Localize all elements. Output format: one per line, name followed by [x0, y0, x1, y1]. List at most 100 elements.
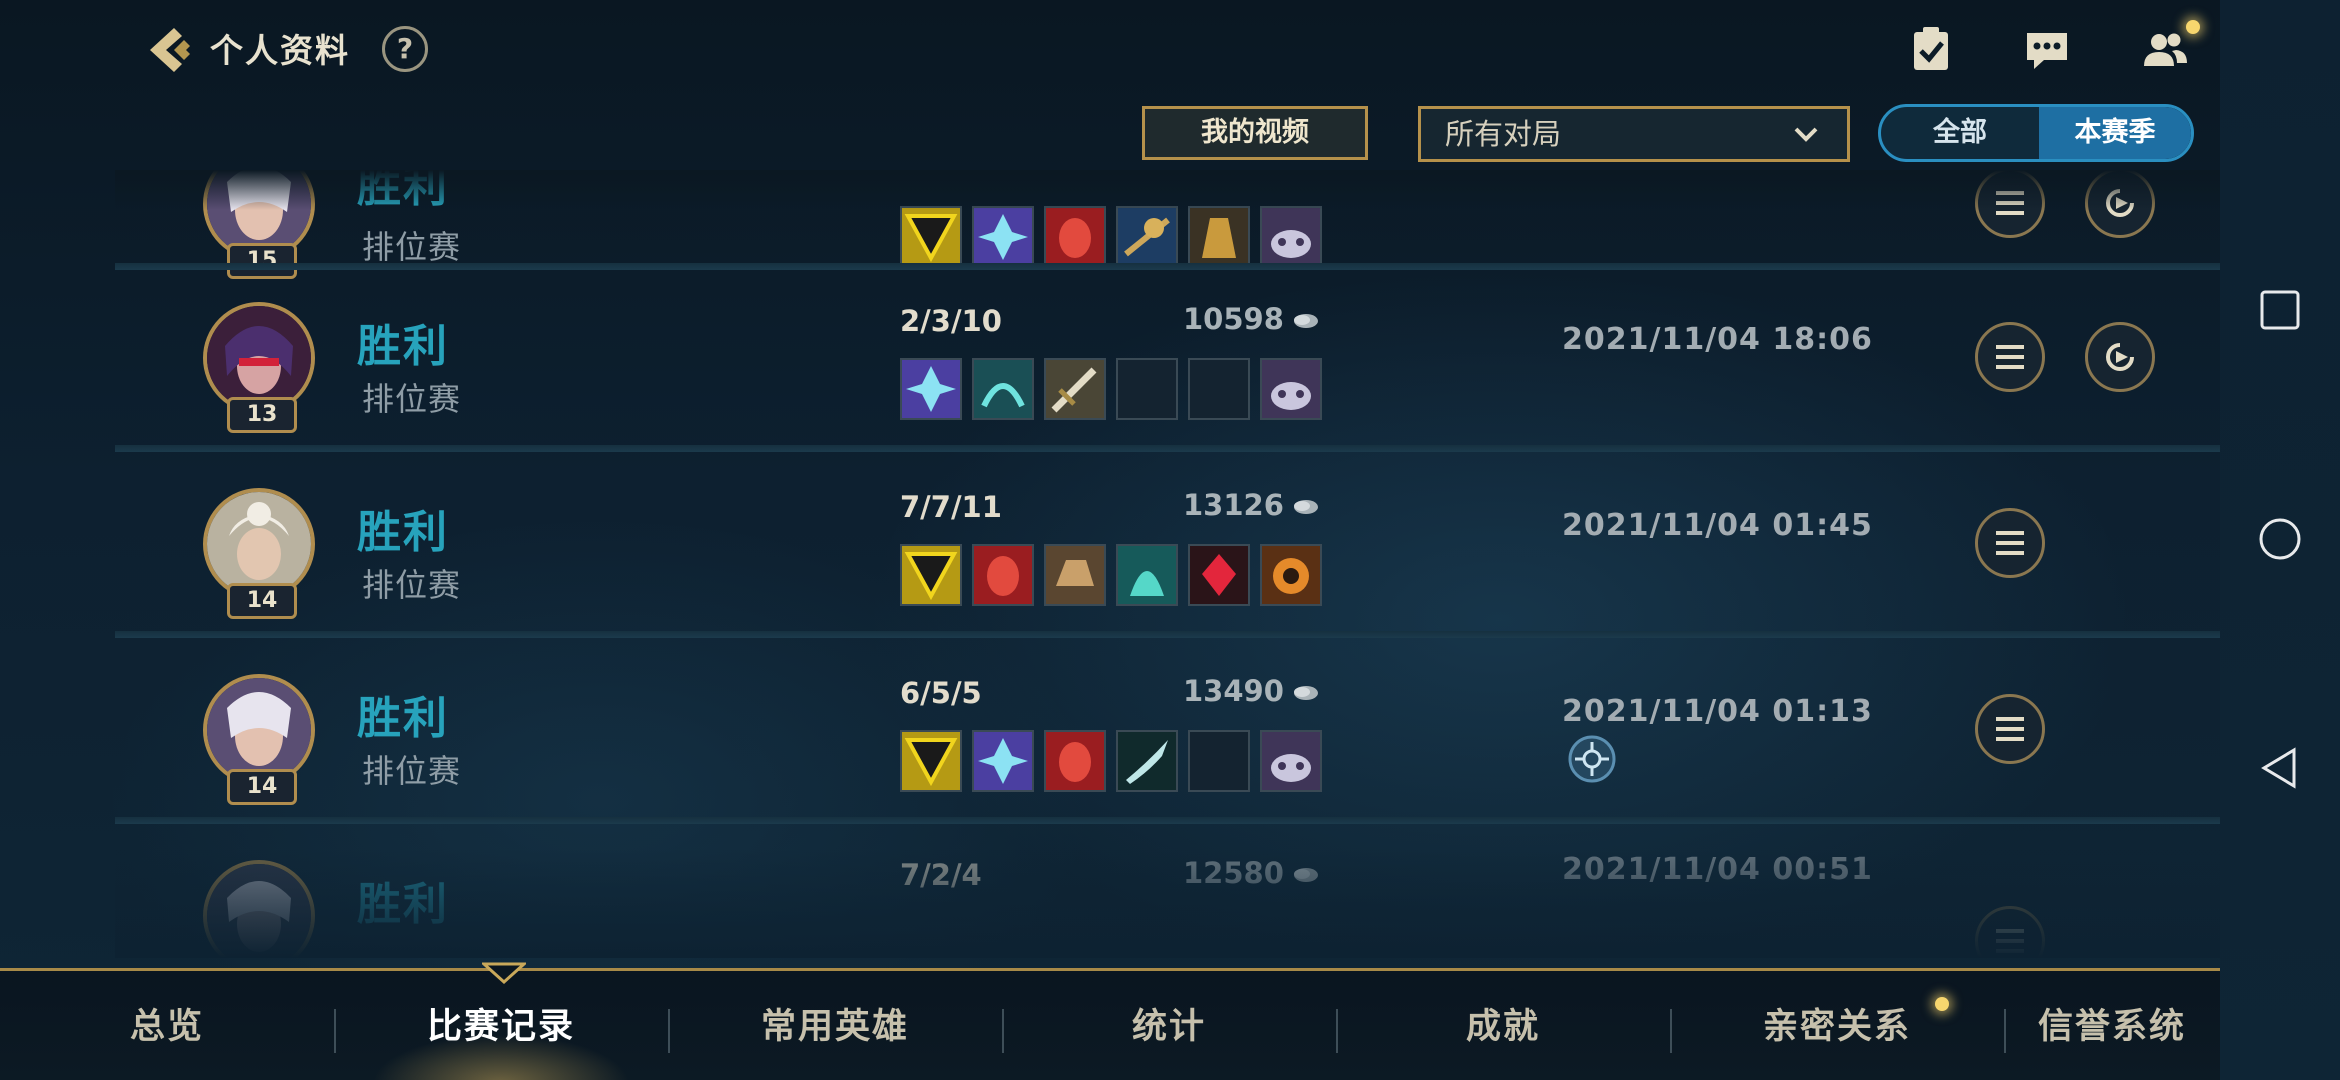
item-slot — [1260, 358, 1322, 420]
triangle-back-icon — [2261, 747, 2296, 789]
tab-stats[interactable]: 统计 — [1002, 971, 1336, 1080]
row-divider — [115, 445, 2220, 452]
match-details-button[interactable] — [1975, 170, 2045, 238]
gold-value: 13490 — [1183, 674, 1284, 708]
replay-icon — [2106, 343, 2134, 371]
match-type-select[interactable]: 所有对局 — [1418, 106, 1850, 162]
item-slot-empty — [1188, 730, 1250, 792]
square-icon — [2260, 290, 2300, 330]
system-nav-bar — [2220, 0, 2340, 1080]
segment-current-season[interactable]: 本赛季 — [2039, 107, 2191, 159]
chevron-down-icon — [1794, 127, 1818, 142]
match-details-button[interactable] — [1975, 906, 2045, 958]
back-button[interactable] — [140, 22, 196, 78]
tab-match-history[interactable]: 比赛记录 — [334, 971, 668, 1080]
home-button[interactable] — [2258, 517, 2302, 561]
match-details-button[interactable] — [1975, 322, 2045, 392]
tab-honor[interactable]: 信誉系统 — [2004, 971, 2220, 1080]
item-slot — [1044, 206, 1106, 268]
match-result: 胜利 — [357, 507, 449, 558]
match-details-button[interactable] — [1975, 508, 2045, 578]
match-type-value: 所有对局 — [1445, 117, 1562, 151]
item-slot — [1116, 730, 1178, 792]
clipboard-check-icon — [1914, 27, 1948, 70]
gold-earned: 10598 — [1183, 302, 1320, 336]
gold-value: 13126 — [1183, 488, 1284, 522]
friends-notification-dot — [2186, 20, 2200, 34]
match-result: 胜利 — [357, 693, 449, 744]
chat-button[interactable] — [2022, 24, 2072, 74]
match-result: 胜利 — [357, 879, 449, 930]
item-slot — [1044, 544, 1106, 606]
match-row[interactable]: 14 胜利 排位赛 6/5/5 13490 2021/11/04 01:13 — [115, 644, 2220, 824]
match-row[interactable]: 13 胜利 排位赛 2/3/10 10598 2021/11/04 18:06 — [115, 272, 2220, 452]
item-slot — [972, 206, 1034, 268]
item-slot — [972, 358, 1034, 420]
active-tab-pointer-icon — [482, 962, 526, 984]
gold-earned: 13490 — [1183, 674, 1320, 708]
replay-button[interactable] — [2085, 322, 2155, 392]
kda: 2/3/10 — [900, 304, 1002, 338]
item-slot — [900, 730, 962, 792]
list-icon — [1996, 929, 2024, 953]
tab-champions[interactable]: 常用英雄 — [668, 971, 1002, 1080]
list-icon — [1996, 717, 2024, 741]
champion-level: 14 — [227, 583, 297, 619]
list-icon — [1996, 191, 2024, 215]
season-toggle: 全部 本赛季 — [1878, 104, 2194, 162]
item-slot — [900, 358, 962, 420]
item-slot — [900, 206, 962, 268]
champion-level: 14 — [227, 769, 297, 805]
back-nav-button[interactable] — [2258, 746, 2302, 790]
match-datetime: 2021/11/04 01:13 — [1562, 694, 1873, 729]
gold-value: 12580 — [1183, 856, 1284, 890]
match-mode: 排位赛 — [362, 566, 462, 604]
tab-achievements[interactable]: 成就 — [1336, 971, 1670, 1080]
match-mode: 排位赛 — [362, 380, 462, 418]
replay-button[interactable] — [2085, 170, 2155, 238]
match-history-list: 15 胜利 排位赛 13 胜利 排位赛 2/3/10 10598 2021/11… — [115, 170, 2220, 958]
friends-button[interactable] — [2140, 24, 2190, 74]
match-datetime: 2021/11/04 00:51 — [1562, 852, 1873, 887]
tab-overview[interactable]: 总览 — [0, 971, 334, 1080]
item-slot — [900, 544, 962, 606]
gold-icon — [1293, 868, 1318, 882]
gold-value: 10598 — [1183, 302, 1284, 336]
row-divider — [115, 263, 2220, 270]
match-row[interactable]: 胜利 7/2/4 12580 2021/11/04 00:51 — [115, 830, 2220, 958]
relations-notification-dot — [1935, 997, 1949, 1011]
checklist-button[interactable] — [1906, 24, 1956, 74]
item-slot — [1188, 544, 1250, 606]
compass-icon — [1568, 735, 1616, 783]
match-result: 胜利 — [357, 321, 449, 372]
kda: 7/7/11 — [900, 490, 1002, 524]
gold-icon — [1293, 500, 1318, 514]
circle-icon — [2259, 518, 2301, 560]
list-icon — [1996, 531, 2024, 555]
segment-all[interactable]: 全部 — [1881, 107, 2039, 159]
kda: 6/5/5 — [900, 676, 982, 710]
gold-icon — [1293, 686, 1318, 700]
page-title: 个人资料 — [210, 31, 350, 70]
item-slot — [972, 730, 1034, 792]
item-slot-empty — [1116, 358, 1178, 420]
match-datetime: 2021/11/04 01:45 — [1562, 508, 1873, 543]
item-slot — [972, 544, 1034, 606]
item-slot — [1116, 544, 1178, 606]
tab-relations[interactable]: 亲密关系 — [1670, 971, 2004, 1080]
help-button[interactable]: ? — [382, 26, 428, 72]
item-slot — [1188, 206, 1250, 268]
match-row[interactable]: 14 胜利 排位赛 7/7/11 13126 2021/11/04 01:45 — [115, 458, 2220, 638]
gold-earned: 12580 — [1183, 856, 1320, 890]
bottom-tab-bar: 总览 比赛记录 常用英雄 统计 成就 亲密关系 信誉系统 — [0, 968, 2220, 1080]
recent-apps-button[interactable] — [2258, 288, 2302, 332]
champion-level: 13 — [227, 397, 297, 433]
row-divider — [115, 631, 2220, 638]
gold-icon — [1293, 314, 1318, 328]
replay-icon — [2106, 189, 2134, 217]
my-videos-button[interactable]: 我的视频 — [1142, 106, 1368, 160]
match-details-button[interactable] — [1975, 694, 2045, 764]
match-row[interactable]: 15 胜利 排位赛 — [115, 170, 2220, 279]
chevron-left-icon — [150, 28, 190, 72]
item-slot — [1260, 206, 1322, 268]
